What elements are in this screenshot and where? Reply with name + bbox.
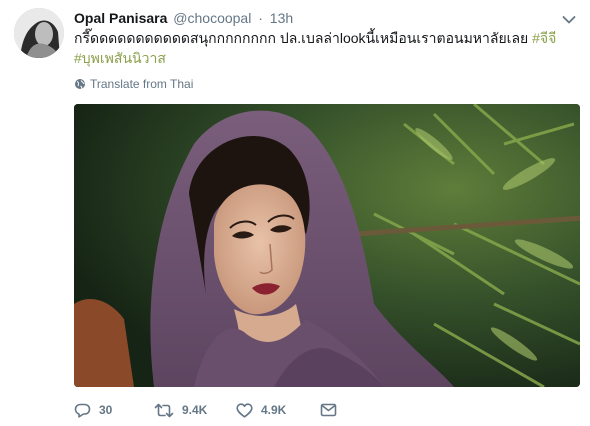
author-name[interactable]: Opal Panisara — [74, 10, 167, 26]
reply-button[interactable]: 30 — [74, 403, 154, 418]
like-count: 4.9K — [261, 403, 287, 417]
photo-image — [74, 104, 580, 387]
direct-message-button[interactable] — [320, 403, 337, 417]
globe-icon — [75, 79, 85, 89]
envelope-icon — [320, 403, 337, 417]
author-handle[interactable]: @chocoopal — [173, 10, 251, 26]
retweet-count: 9.4K — [182, 403, 208, 417]
tweet-photo[interactable] — [74, 104, 580, 387]
chevron-down-icon — [562, 16, 576, 24]
reply-icon — [74, 403, 91, 418]
tweet-actions: 30 9.4K 4.9K — [74, 400, 337, 420]
translate-label: Translate from Thai — [90, 77, 194, 91]
avatar[interactable] — [14, 8, 64, 58]
separator-dot: · — [258, 10, 263, 26]
tweet: Opal Panisara @chocoopal · 13h กรี๊ดดดดด… — [0, 0, 590, 426]
tweet-body: กรี๊ดดดดดดดดดดดสนุกกกกกกกก ปล.เบลล่าlook… — [74, 30, 533, 46]
timestamp[interactable]: 13h — [270, 10, 293, 26]
tweet-text: กรี๊ดดดดดดดดดดดสนุกกกกกกกก ปล.เบลล่าlook… — [74, 28, 579, 68]
reply-count: 30 — [99, 403, 113, 417]
retweet-icon — [154, 403, 174, 417]
like-button[interactable]: 4.9K — [236, 402, 320, 418]
translate-button[interactable]: Translate from Thai — [74, 76, 193, 92]
tweet-header: Opal Panisara @chocoopal · 13h — [74, 9, 293, 27]
heart-icon — [236, 402, 253, 418]
hashtag-link[interactable]: #บุพเพสันนิวาส — [74, 50, 166, 66]
hashtag-link[interactable]: #จีจี — [532, 30, 556, 46]
more-options-button[interactable] — [562, 12, 576, 24]
avatar-image — [14, 8, 64, 58]
retweet-button[interactable]: 9.4K — [154, 403, 236, 418]
